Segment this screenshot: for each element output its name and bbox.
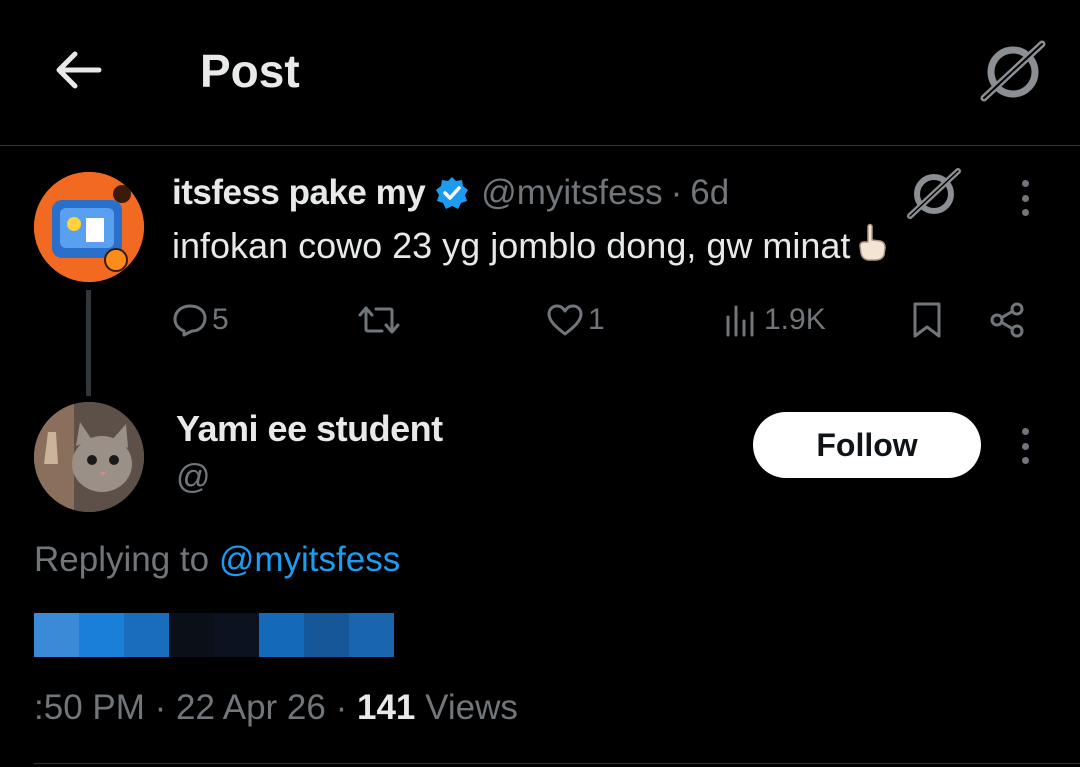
more-dot-icon [1021,442,1029,450]
cat-photo-image [34,402,144,512]
thread-connector-line [86,290,91,396]
arrow-left-icon [56,51,102,89]
more-dot-icon [1021,209,1029,216]
like-button[interactable]: 1 [546,296,605,344]
author-handle[interactable]: @myitsfess [481,173,662,213]
post-views-count: 141 [356,688,416,727]
replying-to-prefix: Replying to [34,540,210,579]
more-dot-icon [1021,194,1029,202]
itsfess-logo-image [34,172,144,282]
back-button[interactable] [48,40,108,100]
post-metadata: :50 PM · 22 Apr 26 · 141 Views [34,688,518,728]
analytics-bars-icon [726,305,754,337]
repost-button[interactable] [356,296,406,344]
separator-dot: · [670,173,683,212]
grok-icon [980,40,1046,102]
separator-dot: · [154,688,177,727]
tweet-body: infokan cowo 23 yg jomblo dong, gw minat [172,225,851,266]
tweet-age[interactable]: 6d [690,173,729,213]
reply-handle[interactable]: @ [176,458,416,494]
reply-icon [173,304,207,337]
avatar[interactable] [34,172,144,282]
more-dot-icon [1021,180,1029,187]
views-button[interactable]: 1.9K [724,296,826,344]
grok-icon [907,168,961,219]
follow-button[interactable]: Follow [753,412,981,478]
reply-display-name[interactable]: Yami ee student [176,408,443,450]
more-dot-icon [1021,457,1029,464]
more-options-button[interactable] [1010,176,1040,220]
share-icon [990,302,1024,338]
reply-avatar[interactable] [34,402,144,512]
author-display-name[interactable]: itsfess pake my [172,173,426,213]
divider [34,763,1080,764]
bookmark-button[interactable] [910,296,944,344]
redacted-reply-text [34,613,404,657]
grok-explain-button[interactable] [905,166,963,220]
like-count: 1 [588,303,605,336]
reply-more-options-button[interactable] [1010,424,1040,468]
repost-icon [358,306,400,334]
reply-handle-text: @ [176,458,211,494]
separator-dot: · [335,688,357,727]
more-dot-icon [1021,428,1029,435]
replying-to-mention[interactable]: @myitsfess [219,540,400,579]
reply-button[interactable]: 5 [172,296,229,344]
share-button[interactable] [988,296,1026,344]
views-count: 1.9K [764,303,826,336]
top-bar: Post [0,0,1080,146]
heart-icon [547,304,583,336]
pointing-up-emoji [856,222,888,271]
grok-button[interactable] [978,38,1048,104]
tweet-header: itsfess pake my @myitsfess · 6d [172,170,729,216]
verified-badge-icon[interactable] [435,176,469,210]
post-views-label[interactable]: Views [425,688,518,727]
pointing-up-icon [859,223,887,261]
bookmark-icon [913,302,941,338]
replying-to-line: Replying to @myitsfess [34,540,400,580]
page-title: Post [200,45,300,97]
post-time: :50 PM [34,688,145,727]
reply-count: 5 [212,303,229,336]
tweet-text: infokan cowo 23 yg jomblo dong, gw minat [172,222,888,271]
post-date: 22 Apr 26 [176,688,326,727]
